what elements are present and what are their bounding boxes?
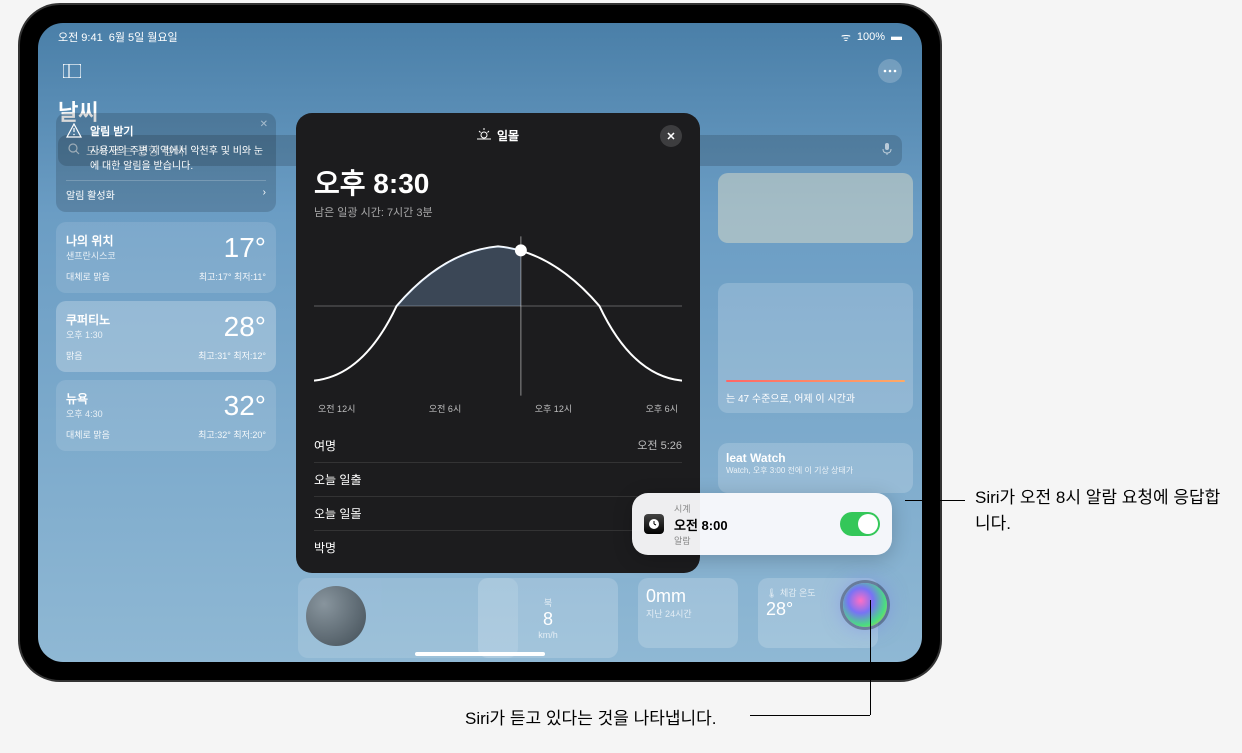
loc-hilo: 최고:17° 최저:11°	[199, 270, 266, 283]
loc-name: 뉴욕	[66, 390, 103, 407]
status-date: 6월 5일 월요일	[109, 29, 178, 45]
wind-unit: km/h	[538, 630, 558, 640]
sun-row-dusk[interactable]: 박명	[314, 530, 682, 564]
notif-app: 시계	[674, 502, 830, 515]
siri-notification[interactable]: 시계 오전 8:00 알람	[632, 493, 892, 555]
sidebar-toggle-icon[interactable]	[58, 59, 86, 83]
status-bar: 오전 9:41 6월 5일 월요일 ᯤ 100% ▬	[38, 23, 922, 51]
mic-icon[interactable]	[882, 143, 892, 158]
clock-app-icon	[644, 514, 664, 534]
loc-cond: 맑음	[66, 349, 83, 362]
heat-sub: Watch, 오후 3:00 전에 이 기상 상태가	[726, 465, 905, 476]
loc-sub: 샌프란시스코	[66, 249, 116, 262]
chevron-right-icon: ›	[263, 187, 266, 202]
status-time: 오전 9:41	[58, 29, 103, 45]
sun-row-dawn[interactable]: 여명 오전 5:26	[314, 429, 682, 462]
loc-cond: 대체로 맑음	[66, 270, 110, 283]
battery-icon: ▬	[891, 31, 902, 43]
loc-temp: 28°	[224, 311, 266, 343]
alert-card[interactable]: ✕ 알림 받기 사용자의 주변 지역에서 악천후 및 비와 눈에 대한 알림을 …	[56, 113, 276, 212]
chart-x-labels: 오전 12시 오전 6시 오후 12시 오후 6시	[314, 402, 682, 415]
loc-cond: 대체로 맑음	[66, 428, 110, 441]
heat-title: leat Watch	[726, 451, 905, 465]
sun-chart	[314, 236, 682, 396]
home-indicator[interactable]	[415, 652, 545, 656]
rain-widget[interactable]: 0mm 지난 24시간	[638, 578, 738, 648]
sunset-time: 오후 8:30	[314, 162, 682, 202]
alert-action[interactable]: 알림 활성화 ›	[66, 180, 266, 202]
sunset-icon	[477, 128, 491, 143]
callout-siri-listening: Siri가 듣고 있다는 것을 나타냅니다.	[465, 706, 865, 732]
loc-hilo: 최고:32° 최저:20°	[198, 428, 266, 441]
moon-icon	[306, 586, 366, 646]
wind-speed: 8	[543, 609, 553, 630]
sunset-remain: 남은 일광 시간: 7시간 3분	[314, 204, 682, 220]
close-button[interactable]: ✕	[660, 125, 682, 147]
rain-label: 지난 24시간	[646, 607, 730, 620]
screen: 오전 9:41 6월 5일 월요일 ᯤ 100% ▬ 날씨 도시	[38, 23, 922, 662]
wind-dir: 북	[544, 596, 552, 609]
loc-temp: 17°	[224, 232, 266, 264]
alert-body: 사용자의 주변 지역에서 악천후 및 비와 눈에 대한 알림을 받습니다.	[90, 142, 266, 172]
sidebar: ✕ 알림 받기 사용자의 주변 지역에서 악천후 및 비와 눈에 대한 알림을 …	[56, 113, 276, 459]
close-icon[interactable]: ✕	[260, 119, 268, 130]
heat-widget[interactable]: leat Watch Watch, 오후 3:00 전에 이 기상 상태가	[718, 443, 913, 493]
wind-widget[interactable]: 북 8 km/h	[478, 578, 618, 658]
wifi-icon: ᯤ	[841, 30, 851, 45]
more-button[interactable]	[878, 59, 902, 83]
alert-title: 알림 받기	[90, 123, 266, 139]
sun-row-sunrise[interactable]: 오늘 일출	[314, 462, 682, 496]
rain-value: 0mm	[646, 586, 730, 607]
loc-sub: 오후 1:30	[66, 328, 110, 341]
location-card-newyork[interactable]: 뉴욕 오후 4:30 32° 대체로 맑음 최고:32° 최저:20°	[56, 380, 276, 451]
loc-hilo: 최고:31° 최저:12°	[198, 349, 266, 362]
notif-sub: 알람	[674, 534, 830, 547]
callout-line	[870, 600, 871, 715]
loc-sub: 오후 4:30	[66, 407, 103, 420]
ipad-frame: 오전 9:41 6월 5일 월요일 ᯤ 100% ▬ 날씨 도시	[20, 5, 940, 680]
loc-name: 나의 위치	[66, 232, 116, 249]
location-card-cupertino[interactable]: 쿠퍼티노 오후 1:30 28° 맑음 최고:31° 최저:12°	[56, 301, 276, 372]
notif-time: 오전 8:00	[674, 515, 830, 534]
siri-orb[interactable]	[843, 583, 887, 627]
warning-icon	[66, 123, 82, 172]
sun-row-sunset[interactable]: 오늘 일몰	[314, 496, 682, 530]
callout-alarm: Siri가 오전 8시 알람 요청에 응답합니다.	[975, 485, 1225, 536]
sun-rows: 여명 오전 5:26 오늘 일출 오늘 일몰 박명	[314, 429, 682, 564]
alarm-toggle[interactable]	[840, 512, 880, 536]
sunset-title: 일몰	[497, 127, 519, 144]
loc-name: 쿠퍼티노	[66, 311, 110, 328]
map-widget[interactable]	[718, 173, 913, 243]
loc-temp: 32°	[224, 390, 266, 422]
callout-line	[905, 500, 965, 501]
uv-widget[interactable]: 는 47 수준으로, 어제 이 시간과	[718, 283, 913, 413]
location-card-my[interactable]: 나의 위치 샌프란시스코 17° 대체로 맑음 최고:17° 최저:11°	[56, 222, 276, 293]
uv-text: 는 47 수준으로, 어제 이 시간과	[726, 390, 905, 405]
battery-percent: 100%	[857, 31, 885, 43]
